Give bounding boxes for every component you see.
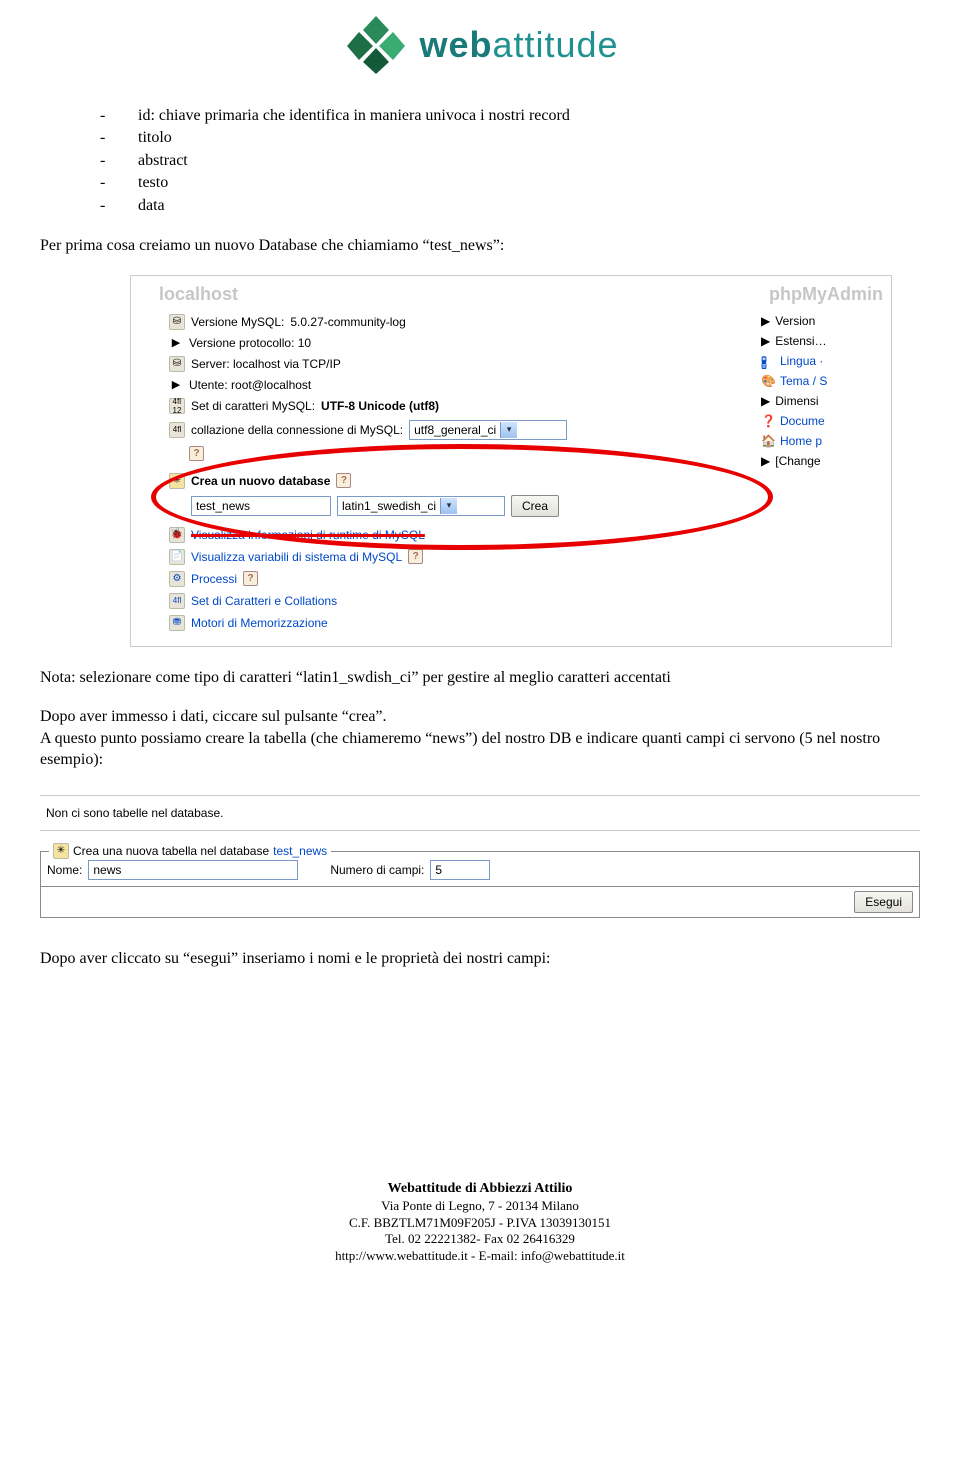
- home-icon: 🏠: [761, 434, 775, 448]
- name-label: Nome:: [47, 863, 82, 877]
- create-table-screenshot: Non ci sono tabelle nel database. ✳ Crea…: [40, 795, 920, 918]
- no-tables-message: Non ci sono tabelle nel database.: [40, 795, 920, 831]
- arrow-icon: ▶: [169, 336, 183, 350]
- list-item: titolo: [138, 127, 172, 149]
- vars-icon: 📄: [169, 549, 185, 565]
- create-table-fieldset: ✳ Crea una nuova tabella nel database te…: [40, 851, 920, 887]
- help-icon[interactable]: ?: [408, 549, 423, 564]
- fields-label: Numero di campi:: [330, 863, 424, 877]
- list-item: id: chiave primaria che identifica in ma…: [138, 105, 570, 127]
- new-table-icon: ✳: [53, 843, 69, 859]
- help-icon[interactable]: ?: [243, 571, 258, 586]
- process-icon: ⚙: [169, 571, 185, 587]
- processes-link[interactable]: Processi: [191, 572, 237, 586]
- breadcrumb-host: localhost: [159, 284, 238, 305]
- new-db-icon: ✳: [169, 473, 185, 489]
- charset-icon: 4fl: [169, 593, 185, 609]
- phpmyadmin-screenshot: localhost phpMyAdmin ⛁Versione MySQL: 5.…: [130, 275, 892, 647]
- arrow-icon: ▶: [761, 314, 770, 328]
- lang-icon: 🖁: [761, 354, 775, 368]
- arrow-icon: ▶: [761, 454, 770, 468]
- list-item: abstract: [138, 150, 188, 172]
- runtime-link[interactable]: Visualizza informazioni di runtime di My…: [191, 528, 425, 542]
- field-list: -id: chiave primaria che identifica in m…: [100, 105, 920, 217]
- arrow-icon: ▶: [169, 378, 183, 392]
- vars-link[interactable]: Visualizza variabili di sistema di MySQL: [191, 550, 402, 564]
- logo-icon: [341, 10, 411, 80]
- help-icon[interactable]: ?: [189, 446, 204, 461]
- server-icon: ⛁: [169, 314, 185, 330]
- logo-text: webattitude: [419, 24, 618, 66]
- charset-icon: 4fl12: [169, 398, 185, 414]
- engines-icon: ⛃: [169, 615, 185, 631]
- status-icon: 🐞: [169, 527, 185, 543]
- closing-paragraph: Dopo aver cliccato su “esegui” inseriamo…: [40, 948, 920, 970]
- charsets-link[interactable]: Set di Caratteri e Collations: [191, 594, 337, 608]
- create-db-title: Crea un nuovo database: [191, 474, 330, 488]
- help-icon[interactable]: ?: [336, 473, 351, 488]
- db-name-input[interactable]: test_news: [191, 496, 331, 516]
- arrow-icon: ▶: [761, 394, 770, 408]
- fields-count-input[interactable]: 5: [430, 860, 490, 880]
- list-item: data: [138, 195, 165, 217]
- breadcrumb-app: phpMyAdmin: [769, 284, 883, 305]
- theme-icon: 🎨: [761, 374, 775, 388]
- create-button[interactable]: Crea: [511, 495, 559, 517]
- db-name-link[interactable]: test_news: [273, 844, 327, 858]
- db-collation-select[interactable]: latin1_swedish_ci▾: [337, 496, 505, 516]
- docs-icon: ❓: [761, 414, 775, 428]
- page-footer: Webattitude di Abbiezzi Attilio Via Pont…: [0, 1180, 960, 1296]
- arrow-icon: ▶: [761, 334, 770, 348]
- paragraph-intro: Per prima cosa creiamo un nuovo Database…: [40, 235, 920, 257]
- engines-link[interactable]: Motori di Memorizzazione: [191, 616, 328, 630]
- execute-button[interactable]: Esegui: [854, 891, 913, 913]
- list-item: testo: [138, 172, 168, 194]
- charset-icon: 4fl: [169, 422, 185, 438]
- instruction-paragraph: Dopo aver immesso i dati, ciccare sul pu…: [40, 706, 920, 771]
- table-name-input[interactable]: news: [88, 860, 298, 880]
- note-paragraph: Nota: selezionare come tipo di caratteri…: [40, 667, 920, 689]
- server-icon: ⛁: [169, 356, 185, 372]
- header-logo: webattitude: [40, 0, 920, 105]
- collation-select[interactable]: utf8_general_ci▾: [409, 420, 567, 440]
